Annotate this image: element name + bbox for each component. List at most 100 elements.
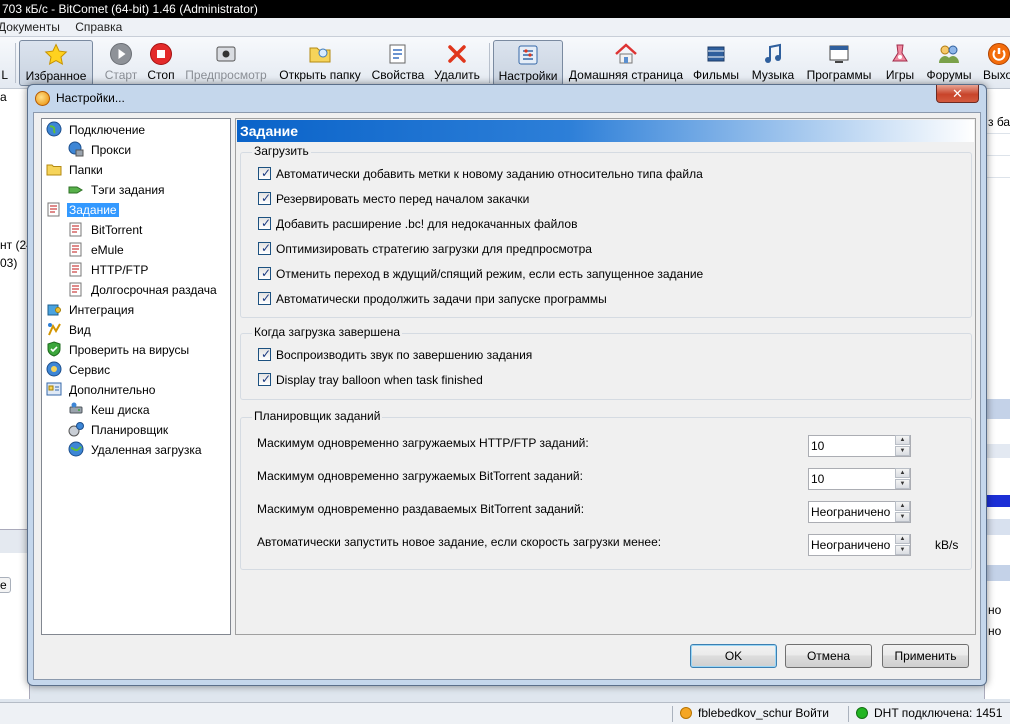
- dialog-title: Настройки...: [56, 91, 125, 105]
- start-button[interactable]: Старт: [101, 40, 141, 86]
- nav-item-task-tags[interactable]: Тэги задания: [68, 181, 167, 199]
- preview-button[interactable]: Предпросмотр: [182, 40, 270, 86]
- globe-icon: [46, 121, 62, 137]
- checkbox-mark[interactable]: ✓: [258, 347, 271, 361]
- window-title-bar: 703 кБ/с - BitComet (64-bit) 1.46 (Admin…: [0, 0, 1010, 18]
- tree-fragment[interactable]: 03): [0, 256, 17, 270]
- menu-help[interactable]: Справка: [69, 18, 128, 36]
- music-button[interactable]: Музыка: [747, 40, 799, 86]
- max-bt-seeding-spinbox[interactable]: Неограничено ▲ ▼: [808, 501, 911, 523]
- nav-item-disk-cache[interactable]: Кеш диска: [68, 401, 152, 419]
- shield-icon: [47, 341, 61, 357]
- list-column-header[interactable]: з ба: [988, 115, 1010, 129]
- task-icon: [47, 202, 60, 217]
- games-icon: [892, 44, 908, 62]
- checkbox-auto-tag[interactable]: ✓ Автоматически добавить метки к новому з…: [258, 166, 703, 182]
- status-separator: [848, 706, 849, 722]
- spinbox-value[interactable]: 10: [811, 472, 824, 486]
- dialog-title-bar: Настройки... ✕: [28, 85, 986, 112]
- forums-button[interactable]: Форумы: [923, 40, 975, 86]
- settings-dialog: Настройки... ✕ Подключение Прокси Папки …: [27, 84, 987, 686]
- tree-fragment[interactable]: а: [0, 90, 7, 104]
- list-row-line: [985, 133, 1010, 134]
- play-icon: [110, 43, 132, 65]
- checkbox-mark[interactable]: ✓: [258, 291, 271, 305]
- spin-down-icon[interactable]: ▼: [895, 479, 910, 489]
- programs-button[interactable]: Программы: [803, 40, 875, 86]
- stop-icon: [150, 43, 172, 65]
- menu-documents[interactable]: Документы: [0, 18, 66, 36]
- exit-button[interactable]: Выхо: [979, 40, 1010, 86]
- list-row[interactable]: [985, 565, 1010, 581]
- nav-item-view[interactable]: Вид: [46, 321, 93, 339]
- list-row[interactable]: [985, 444, 1010, 458]
- checkbox-reserve-space[interactable]: ✓ Резервировать место перед началом закач…: [258, 191, 529, 207]
- favorites-button[interactable]: Избранное: [19, 40, 93, 86]
- auto-start-speed-spinbox[interactable]: Неограничено ▲ ▼: [808, 534, 911, 556]
- toolbar-separator: [15, 43, 16, 83]
- checkbox-optimize-preview[interactable]: ✓ Оптимизировать стратегию загрузки для п…: [258, 241, 592, 257]
- homepage-button[interactable]: Домашняя страница: [567, 40, 685, 86]
- nav-item-emule[interactable]: eMule: [68, 241, 126, 259]
- spin-up-icon[interactable]: ▲: [895, 435, 910, 445]
- checkbox-tray-balloon[interactable]: ✓ Display tray balloon when task finished: [258, 372, 483, 388]
- task-icon: [69, 262, 82, 277]
- nav-item-http-ftp[interactable]: HTTP/FTP: [68, 261, 150, 279]
- nav-item-scheduler[interactable]: Планировщик: [68, 421, 170, 439]
- checkbox-bc-extension[interactable]: ✓ Добавить расширение .bc! для недокачанн…: [258, 216, 577, 232]
- spinbox-value[interactable]: Неограничено: [811, 505, 890, 519]
- spin-down-icon[interactable]: ▼: [895, 446, 910, 456]
- spinbox-arrows: ▲ ▼: [895, 501, 912, 523]
- nav-item-virus-check[interactable]: Проверить на вирусы: [46, 341, 191, 359]
- cancel-button[interactable]: Отмена: [785, 644, 872, 668]
- music-icon: [765, 43, 781, 63]
- spin-up-icon[interactable]: ▲: [895, 501, 910, 511]
- checkbox-mark[interactable]: ✓: [258, 266, 271, 280]
- star-icon: [44, 43, 68, 66]
- checkbox-play-sound[interactable]: ✓ Воспроизводить звук по завершению задан…: [258, 347, 532, 363]
- selected-row[interactable]: [985, 399, 1010, 419]
- nav-item-service[interactable]: Сервис: [46, 361, 112, 379]
- spinbox-value[interactable]: 10: [811, 439, 824, 453]
- open-folder-button[interactable]: Открыть папку: [277, 40, 363, 86]
- nav-item-connection[interactable]: Подключение: [46, 121, 147, 139]
- checkbox-mark[interactable]: ✓: [258, 241, 271, 255]
- ok-button[interactable]: OK: [690, 644, 777, 668]
- max-bt-seeding-label: Маскимум одновременно раздаваемых BitTor…: [257, 502, 585, 516]
- movies-button[interactable]: Фильмы: [689, 40, 743, 86]
- nav-item-advanced[interactable]: Дополнительно: [46, 381, 157, 399]
- spin-up-icon[interactable]: ▲: [895, 534, 910, 544]
- max-bt-download-spinbox[interactable]: 10 ▲ ▼: [808, 468, 911, 490]
- nav-item-remote-download[interactable]: Удаленная загрузка: [68, 441, 204, 459]
- list-row[interactable]: [985, 519, 1010, 535]
- max-http-ftp-spinbox[interactable]: 10 ▲ ▼: [808, 435, 911, 457]
- nav-item-integration[interactable]: Интеграция: [46, 301, 136, 319]
- stop-button[interactable]: Стоп: [143, 40, 179, 86]
- user-login-status[interactable]: fblebedkov_schur Войти: [680, 703, 829, 724]
- delete-button[interactable]: Удалить: [431, 40, 483, 86]
- spin-down-icon[interactable]: ▼: [895, 512, 910, 522]
- settings-content-panel: Задание Загрузить ✓ Автоматически добавит…: [235, 118, 976, 635]
- nav-item-task[interactable]: Задание: [46, 201, 119, 219]
- spin-up-icon[interactable]: ▲: [895, 468, 910, 478]
- checkbox-mark[interactable]: ✓: [258, 372, 271, 386]
- properties-button[interactable]: Свойства: [368, 40, 428, 86]
- checkbox-prevent-sleep[interactable]: ✓ Отменить переход в ждущий/спящий режим,…: [258, 266, 703, 282]
- spinbox-value[interactable]: Неограничено: [811, 538, 890, 552]
- toolbar-l-button[interactable]: L: [0, 40, 12, 86]
- checkbox-mark[interactable]: ✓: [258, 191, 271, 205]
- background-tab-fragment[interactable]: e: [0, 577, 11, 593]
- nav-item-folders[interactable]: Папки: [46, 161, 105, 179]
- nav-item-bittorrent[interactable]: BitTorrent: [68, 221, 144, 239]
- spin-down-icon[interactable]: ▼: [895, 545, 910, 555]
- task-icon: [69, 282, 82, 297]
- checkbox-mark[interactable]: ✓: [258, 166, 271, 180]
- dialog-close-button[interactable]: ✕: [936, 85, 979, 103]
- checkbox-mark[interactable]: ✓: [258, 216, 271, 230]
- nav-item-proxy[interactable]: Прокси: [68, 141, 133, 159]
- games-button[interactable]: Игры: [879, 40, 921, 86]
- checkbox-auto-resume[interactable]: ✓ Автоматически продолжить задачи при зап…: [258, 291, 607, 307]
- settings-button[interactable]: Настройки: [493, 40, 563, 86]
- apply-button[interactable]: Применить: [882, 644, 969, 668]
- nav-item-long-term-seeding[interactable]: Долгосрочная раздача: [68, 281, 219, 299]
